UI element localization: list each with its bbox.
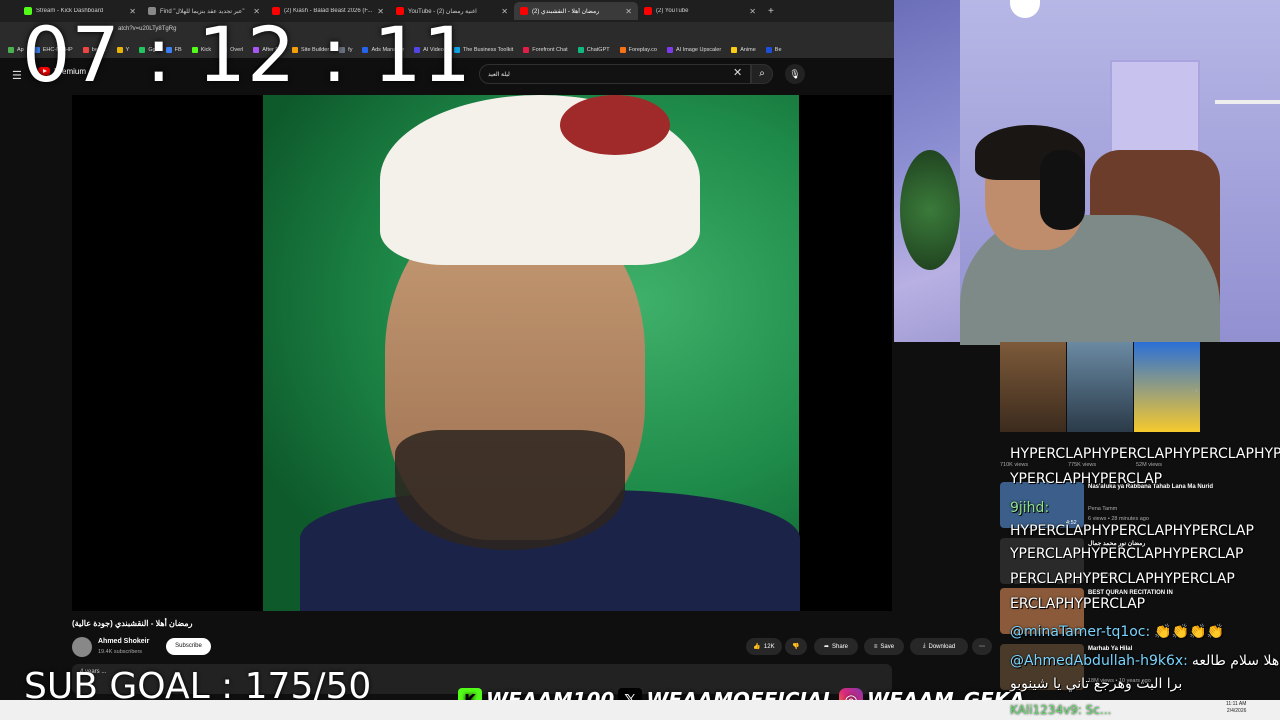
bookmark-label: AI Image Upscaler xyxy=(675,47,722,53)
search-button[interactable]: ⌕ xyxy=(751,64,773,84)
recommended-thumbnail[interactable] xyxy=(1000,342,1066,432)
share-button[interactable]: ➦ Share xyxy=(814,638,858,655)
share-label: Share xyxy=(832,643,849,650)
chat-message: برا البث وهرجع تاني يا شينوبو xyxy=(1010,676,1182,692)
more-icon: ⋯ xyxy=(979,644,985,650)
chat-message: KAli1234v9: Sc... xyxy=(1010,703,1112,717)
recommended-thumbnail[interactable] xyxy=(1134,342,1200,432)
chat-message: @AhmedAbdullah-h9k6x: اهلا سلام طالعه xyxy=(1010,653,1280,669)
bookmark-item[interactable]: Be xyxy=(765,47,782,53)
chat-text: 👏👏👏👏 xyxy=(1154,624,1224,640)
bookmark-item[interactable]: Anime xyxy=(731,47,756,53)
channel-name[interactable]: Ahmed Shokeir xyxy=(98,638,149,645)
save-icon: ≡ xyxy=(873,643,878,650)
chat-message: HYPERCLAPHYPERCLAPHYPERCLAPHYPERCLAP xyxy=(1010,446,1280,462)
tab-favicon-icon xyxy=(644,7,652,15)
bookmark-favicon-icon xyxy=(666,47,673,53)
dislike-button[interactable]: 👎 xyxy=(785,638,807,655)
search-input[interactable]: ليلة العيد xyxy=(479,64,751,84)
share-icon: ➦ xyxy=(823,644,829,650)
bookmark-label: Foreplay.co xyxy=(628,47,657,53)
bookmark-label: Be xyxy=(774,47,782,53)
headset-icon xyxy=(1040,150,1085,230)
tab-label: (2) رمضان أهلا - النقشبندي xyxy=(532,8,600,15)
taskbar-clock[interactable]: 11:11 AM 2/4/2026 xyxy=(1226,701,1246,715)
download-label: Download xyxy=(928,643,956,650)
bookmark-item[interactable]: Foreplay.co xyxy=(619,47,657,53)
chat-text: اهلا سلام طالعه xyxy=(1191,653,1280,669)
like-count: 12K xyxy=(763,643,775,650)
tab-favicon-icon xyxy=(520,7,528,15)
rec-views: 52M views xyxy=(1136,462,1162,468)
chat-message: PERCLAPHYPERCLAPHYPERCLAP xyxy=(1010,571,1235,587)
chat-username[interactable]: @minaTamer-tq1oc: xyxy=(1010,624,1150,640)
chat-message: YPERCLAPHYPERCLAP xyxy=(1010,471,1162,487)
rec-views: 710K views xyxy=(1000,462,1029,468)
bookmark-label: Anime xyxy=(740,47,756,53)
save-label: Save xyxy=(880,643,895,650)
bookmark-favicon-icon xyxy=(523,47,530,53)
chat-message: @minaTamer-tq1oc: 👏👏👏👏 xyxy=(1010,624,1224,640)
download-button[interactable]: ⤓ Download xyxy=(910,638,968,655)
download-icon: ⤓ xyxy=(922,643,926,649)
close-tab-icon[interactable]: ✕ xyxy=(625,7,632,16)
thumbs-down-icon: 👎 xyxy=(792,644,800,650)
bookmark-item[interactable]: AI Image Upscaler xyxy=(666,47,722,53)
video-figure-beard xyxy=(395,430,625,550)
webcam-plant xyxy=(900,150,960,270)
bookmark-label: ChatGPT xyxy=(586,47,610,53)
close-tab-icon[interactable]: ✕ xyxy=(501,7,508,16)
chat-message: ERCLAPHYPERCLAP xyxy=(1010,596,1145,612)
bookmark-favicon-icon xyxy=(577,47,584,53)
chat-text: YPERCLAPHYPERCLAPHYPERCLAP xyxy=(1010,546,1244,562)
recommended-video-title[interactable]: Marhab Ya Hilal xyxy=(1088,646,1132,652)
clock-date: 2/4/2026 xyxy=(1226,708,1247,714)
chat-username[interactable]: @AhmedAbdullah-h9k6x: xyxy=(1010,653,1188,669)
tab-label: (2) YouTube xyxy=(656,8,689,14)
recommended-video-channel: Pena Tamm xyxy=(1088,506,1118,512)
bookmark-favicon-icon xyxy=(619,47,626,53)
rec-views: 775K views xyxy=(1068,462,1097,468)
video-title: رمضان أهلا - النقشبندي (جودة عالية) xyxy=(72,619,193,628)
chat-message: 9jihd: xyxy=(1010,500,1053,516)
recommended-video-stats: 6 views • 28 minutes ago xyxy=(1088,516,1149,522)
bookmark-favicon-icon xyxy=(731,47,738,53)
bookmark-favicon-icon xyxy=(765,47,772,53)
chevron-right-icon[interactable]: › xyxy=(1195,386,1198,395)
subscribe-button[interactable]: Subscribe xyxy=(166,638,211,655)
chat-text: HYPERCLAPHYPERCLAPHYPERCLAP xyxy=(1010,523,1254,539)
chat-message: HYPERCLAPHYPERCLAPHYPERCLAP xyxy=(1010,523,1254,539)
bookmark-item[interactable]: Forefront Chat xyxy=(523,47,568,53)
more-actions-button[interactable]: ⋯ xyxy=(972,638,992,655)
new-tab-button[interactable]: + xyxy=(768,6,774,17)
clock-time: 11:11 AM xyxy=(1226,701,1247,707)
channel-avatar[interactable] xyxy=(72,637,92,657)
chat-text: ERCLAPHYPERCLAP xyxy=(1010,596,1146,612)
chat-message: YPERCLAPHYPERCLAPHYPERCLAP xyxy=(1010,546,1243,562)
recommended-thumbnail[interactable] xyxy=(1067,342,1133,432)
chat-text: PERCLAPHYPERCLAPHYPERCLAP xyxy=(1010,571,1235,587)
chat-text: HYPERCLAPHYPERCLAPHYPERCLAPHYPERCLAP xyxy=(1010,446,1280,462)
chat-text: YPERCLAPHYPERCLAP xyxy=(1010,471,1163,487)
clear-search-icon[interactable]: ✕ xyxy=(733,66,742,79)
like-button[interactable]: 👍 12K xyxy=(746,638,782,655)
thumbs-up-icon: 👍 xyxy=(753,644,761,650)
bookmark-label: Forefront Chat xyxy=(532,47,568,53)
menu-icon[interactable]: ☰ xyxy=(12,69,22,82)
mic-button[interactable]: 🎙 xyxy=(785,64,805,84)
video-figure-cap-top xyxy=(560,95,670,155)
chat-text: برا البث وهرجع تاني يا شينوبو xyxy=(1010,676,1183,692)
bookmark-favicon-icon xyxy=(8,47,14,53)
browser-tab[interactable]: (2) رمضان أهلا - النقشبندي ✕ xyxy=(514,2,638,20)
mic-icon: 🎙 xyxy=(789,69,801,79)
save-button[interactable]: ≡ Save xyxy=(864,638,904,655)
bookmark-item[interactable]: ChatGPT xyxy=(577,47,610,53)
close-tab-icon[interactable]: ✕ xyxy=(749,7,756,16)
search-icon: ⌕ xyxy=(759,68,765,79)
chat-username[interactable]: 9jihd: xyxy=(1010,500,1049,516)
webcam-shelf xyxy=(1215,100,1280,104)
stream-timer: 07 : 12 : 11 xyxy=(22,10,472,99)
browser-tab[interactable]: (2) YouTube ✕ xyxy=(638,2,762,20)
channel-subscribers: 19.4K subscribers xyxy=(98,649,143,655)
